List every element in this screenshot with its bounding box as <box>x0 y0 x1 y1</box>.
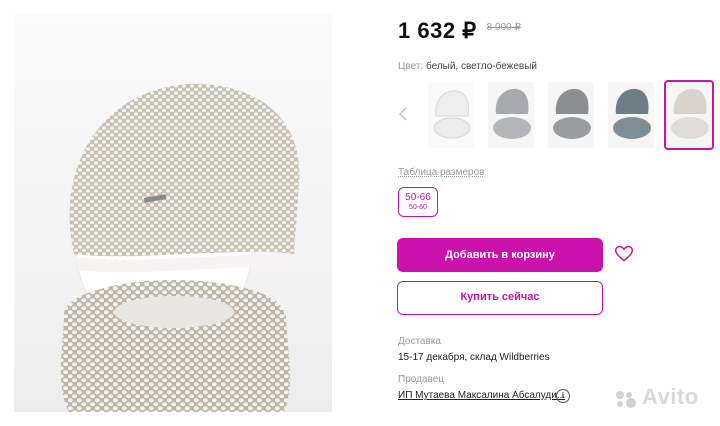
color-label: Цвет: <box>398 61 424 72</box>
thumbnail-dark-grey[interactable] <box>548 82 594 148</box>
info-icon[interactable]: i <box>556 389 570 403</box>
seller-label: Продавец <box>398 374 444 385</box>
old-price: 8 000 ₽ <box>486 22 521 33</box>
heart-icon[interactable] <box>614 244 634 264</box>
current-price: 1 632 ₽ <box>398 18 477 43</box>
size-sub: 50-60 <box>409 204 427 211</box>
arrow-left-icon[interactable] <box>396 106 410 122</box>
buy-now-button[interactable]: Купить сейчас <box>397 281 603 315</box>
add-to-cart-button[interactable]: Добавить в корзину <box>397 238 603 272</box>
size-main: 50-66 <box>405 192 431 203</box>
avito-logo-icon <box>616 391 636 408</box>
color-info: Цвет: белый, светло-бежевый <box>398 61 537 72</box>
seller-link[interactable]: ИП Мутаева Максалина Абсалуди... <box>398 390 565 401</box>
price-row: 1 632 ₽ 8 000 ₽ <box>398 18 521 44</box>
product-photo[interactable] <box>14 14 332 412</box>
delivery-label: Доставка <box>398 336 441 347</box>
size-table-link[interactable]: Таблица размеров <box>398 167 484 178</box>
delivery-value: 15-17 декабря, склад Wildberries <box>398 352 550 363</box>
thumbnail-grey[interactable] <box>488 82 534 148</box>
thumbnail-beige-selected[interactable] <box>664 80 714 150</box>
thumbnail-teal-grey[interactable] <box>608 82 654 148</box>
color-value: белый, светло-бежевый <box>425 61 538 72</box>
watermark-text: Avito <box>642 384 699 409</box>
size-option-selected[interactable]: 50-66 50-60 <box>398 187 438 217</box>
thumbnail-white[interactable] <box>428 82 474 148</box>
color-thumbnails <box>396 80 716 150</box>
product-photo-illustration <box>60 83 300 412</box>
